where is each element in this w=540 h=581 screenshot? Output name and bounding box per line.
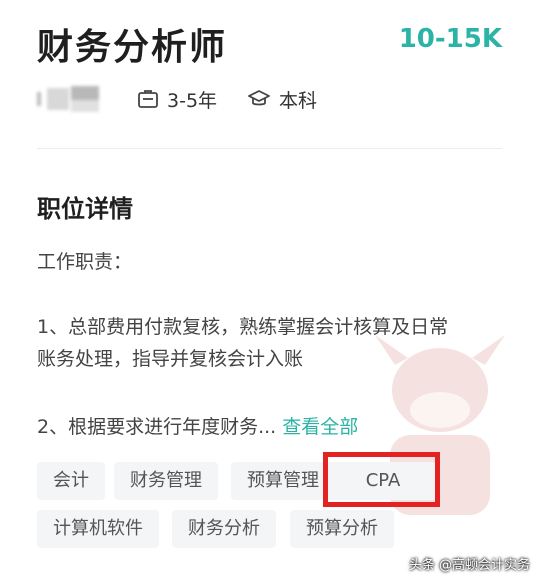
education-label: 本科 [279, 89, 318, 112]
experience-requirement: 3-5年 [137, 86, 217, 113]
divider [37, 148, 502, 149]
tag-item[interactable]: 财务分析 [172, 510, 276, 548]
tag-item[interactable]: 财务管理 [114, 462, 218, 500]
highlight-annotation-box [323, 452, 440, 507]
blurred-location [37, 84, 107, 114]
duty-line-3: 2、根据要求进行年度财务... 查看全部 [37, 411, 358, 443]
tag-item[interactable]: 计算机软件 [37, 510, 159, 548]
graduation-cap-icon [248, 90, 270, 106]
job-meta-row: 3-5年 本科 [37, 82, 317, 116]
tag-item[interactable]: 预算管理 [231, 462, 335, 500]
experience-label: 3-5年 [167, 89, 218, 112]
tag-item[interactable]: 预算分析 [290, 510, 394, 548]
job-title: 财务分析师 [37, 27, 228, 68]
tag-item[interactable]: 会计 [37, 462, 105, 500]
briefcase-icon [138, 90, 158, 108]
salary-range: 10-15K [398, 24, 502, 54]
section-title: 职位详情 [37, 195, 133, 223]
watermark-text: 头条 @高顿会计实务 [408, 558, 530, 573]
education-requirement: 本科 [247, 86, 317, 113]
duty-line-2: 账务处理，指导并复核会计入账 [37, 348, 304, 370]
duty-line-3-text: 2、根据要求进行年度财务... [37, 416, 277, 438]
duties-heading: 工作职责： [37, 251, 133, 273]
view-all-link[interactable]: 查看全部 [282, 416, 358, 438]
